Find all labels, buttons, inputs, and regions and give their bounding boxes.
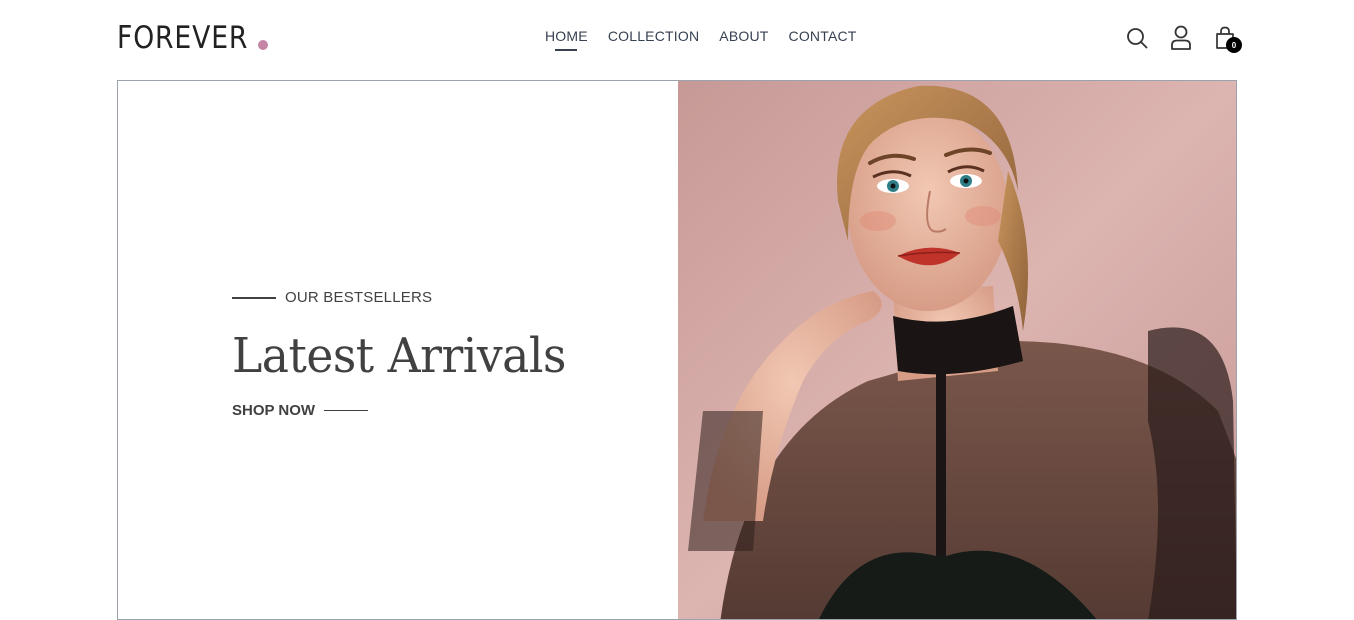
hero-section: OUR BESTSELLERS Latest Arrivals SHOP NOW <box>117 80 1237 620</box>
header-actions: 0 <box>1125 24 1242 53</box>
brand-name: FOREVER <box>117 20 249 56</box>
nav-item-label: HOME <box>545 28 588 44</box>
shop-now-link[interactable]: SHOP NOW <box>232 402 584 419</box>
main-nav: HOME COLLECTION ABOUT CONTACT <box>545 28 857 51</box>
brand-logo[interactable]: FOREVER <box>117 18 268 54</box>
profile-button[interactable] <box>1169 24 1193 52</box>
hero-tagline-row: OUR BESTSELLERS <box>232 289 584 306</box>
nav-item-label: COLLECTION <box>607 28 700 44</box>
search-icon <box>1127 28 1148 49</box>
hero-model-image <box>677 81 1236 619</box>
shop-now-label: SHOP NOW <box>232 402 316 419</box>
hero-title: Latest Arrivals <box>232 328 566 384</box>
nav-item-label: ABOUT <box>719 28 769 44</box>
nav-item-label: CONTACT <box>788 28 857 44</box>
nav-item-collection[interactable]: COLLECTION <box>608 28 699 51</box>
nav-item-contact[interactable]: CONTACT <box>789 28 857 51</box>
logo-dot <box>257 40 268 50</box>
shop-now-divider <box>324 410 369 411</box>
hero-text-block: OUR BESTSELLERS Latest Arrivals SHOP NOW <box>232 289 584 419</box>
search-button[interactable] <box>1125 24 1149 52</box>
profile-icon <box>1171 25 1191 50</box>
hero-text-panel: OUR BESTSELLERS Latest Arrivals SHOP NOW <box>118 81 678 619</box>
nav-active-indicator <box>555 49 578 51</box>
hero-image <box>677 81 1236 619</box>
site-header: FOREVER HOME COLLECTION ABOUT CONTACT 0 <box>117 0 1242 80</box>
nav-item-about[interactable]: ABOUT <box>719 28 768 51</box>
tagline-divider <box>232 296 276 299</box>
cart-button[interactable]: 0 <box>1213 24 1242 53</box>
nav-item-home[interactable]: HOME <box>545 28 588 51</box>
cart-count-badge: 0 <box>1226 37 1242 53</box>
hero-tagline: OUR BESTSELLERS <box>285 289 433 306</box>
